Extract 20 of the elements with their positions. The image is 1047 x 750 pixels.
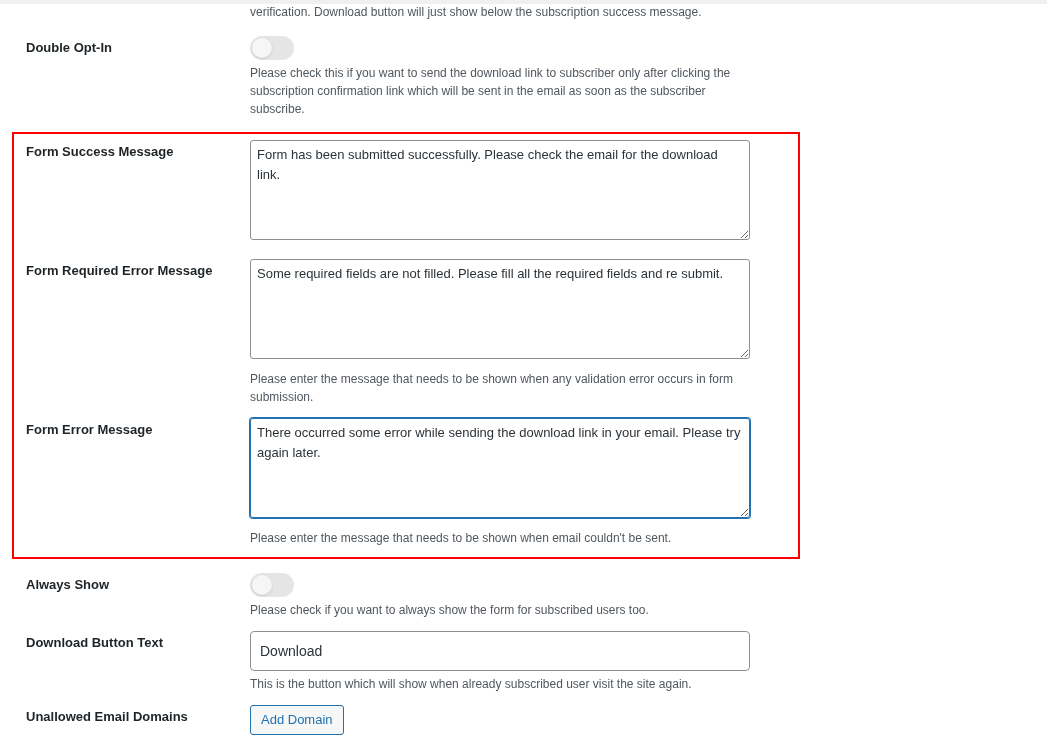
field-label: Form Success Message [26,143,175,161]
field-label: Always Show [26,576,111,594]
field-description: Please check if you want to always show the form for subscribed users too. [250,602,650,619]
field-description: This is the button which will show when already subscribed user visit the site again. [250,676,693,693]
add-domain-button[interactable]: Add Domain [250,705,344,735]
field-label: Form Error Message [26,421,154,439]
field-description: Please enter the message that needs to be shown when any validation error occurs in form submission. [250,371,734,406]
field-description: Please check this if you want to send the download link to subscriber only after clicking the subscription confirmation link which will be sent in the email as soon as the subscriber subscribe. [250,65,732,118]
message-textarea[interactable]: There occurred some error while sending the download link in your email. Please try again later. [250,418,750,518]
field-description: Please enter the message that needs to be shown when email couldn't be sent. [250,530,673,547]
field-label: Form Required Error Message [26,262,214,280]
message-textarea[interactable]: Some required fields are not filled. Please fill all the required fields and re submit. [250,259,750,359]
field-description: verification. Download button will just show below the subscription success message. [250,4,703,20]
field-label: Double Opt-In [26,39,113,57]
field-label: Unallowed Email Domains [26,708,189,726]
message-textarea[interactable]: Form has been submitted successfully. Please check the email for the download link. [250,140,750,240]
toggle-switch[interactable] [250,36,294,60]
text-input-field[interactable]: Download [250,631,750,671]
toggle-switch[interactable] [250,573,294,597]
field-label: Download Button Text [26,634,164,652]
